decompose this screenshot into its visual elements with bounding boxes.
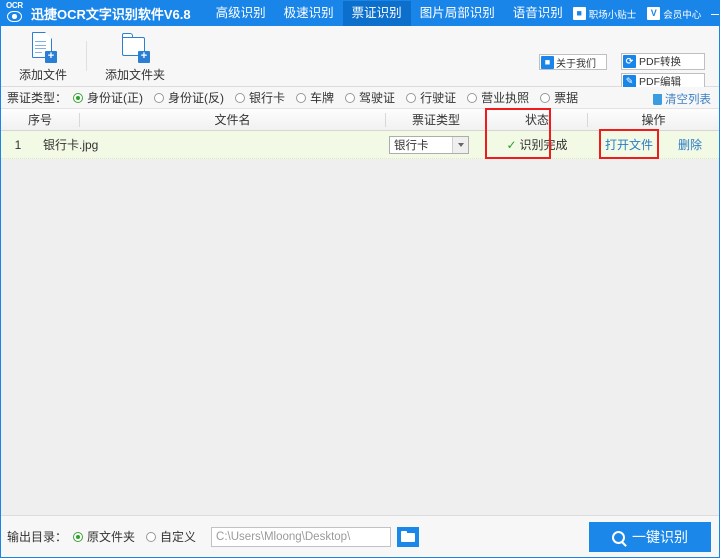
ticket-type-select-value: 银行卡 <box>394 140 429 152</box>
check-icon: ✓ <box>506 138 517 152</box>
app-title: 迅捷OCR文字识别软件V6.8 <box>31 7 191 22</box>
logo-text: OCR <box>6 1 23 10</box>
plus-badge-icon: + <box>45 51 57 63</box>
add-file-icon: + <box>30 31 57 63</box>
pdf-convert-label: PDF转换 <box>639 56 681 68</box>
toolbar: + 添加文件 + 添加文件夹 ■ 关于我们 ⟳ PDF转换 ✎ PDF编辑 <box>1 26 719 110</box>
radio-label: 行驶证 <box>420 91 457 105</box>
radio-dot <box>406 92 417 103</box>
header-status: 状态 <box>524 113 549 127</box>
file-list[interactable]: 1 银行卡.jpg 银行卡 ✓ 识别完成 打开文件 删除 <box>1 131 719 515</box>
header-type: 票证类型 <box>411 113 460 127</box>
user-icon: ■ <box>572 7 586 20</box>
radio-invoice[interactable]: 票据 <box>540 89 578 106</box>
browse-folder-button[interactable] <box>397 526 420 547</box>
status-text: 识别完成 <box>519 138 568 152</box>
radio-label: 身份证(反) <box>168 91 225 105</box>
radio-label: 营业执照 <box>481 91 530 105</box>
radio-driver-license[interactable]: 驾驶证 <box>345 89 395 106</box>
radio-dot <box>235 92 246 103</box>
radio-custom-folder[interactable]: 自定义 <box>146 528 196 545</box>
member-center-label: 会员中心 <box>663 9 702 21</box>
chevron-down-icon[interactable] <box>452 137 468 153</box>
ticket-type-select[interactable]: 银行卡 <box>389 136 469 154</box>
folder-icon <box>401 531 416 542</box>
add-folder-icon: + <box>121 32 150 63</box>
radio-dot <box>154 92 165 103</box>
minimize-icon <box>711 13 719 16</box>
app-logo-icon: OCR <box>1 1 31 26</box>
radio-dot <box>73 92 84 103</box>
tab-voice[interactable]: 语音识别 <box>504 1 572 26</box>
header-index: 序号 <box>27 113 52 127</box>
pdf-convert-button[interactable]: ⟳ PDF转换 <box>621 53 705 70</box>
radio-dot <box>296 92 307 103</box>
radio-dot <box>73 531 84 542</box>
cell-status: ✓ 识别完成 <box>487 131 587 159</box>
add-folder-button[interactable]: + 添加文件夹 <box>97 32 173 84</box>
table-row[interactable]: 1 银行卡.jpg 银行卡 ✓ 识别完成 打开文件 删除 <box>1 131 719 159</box>
recognize-label: 一键识别 <box>632 529 688 545</box>
radio-original-folder[interactable]: 原文件夹 <box>73 528 135 545</box>
clear-list-label: 清空列表 <box>665 94 711 106</box>
add-folder-label: 添加文件夹 <box>104 68 165 82</box>
about-us-label: 关于我们 <box>556 58 596 70</box>
output-dir-label: 输出目录： <box>7 530 68 544</box>
minimize-button[interactable] <box>711 1 719 26</box>
title-bar: OCR 迅捷OCR文字识别软件V6.8 高级识别 极速识别 票证识别 图片局部识… <box>1 1 719 26</box>
open-file-label: 打开文件 <box>604 138 653 152</box>
ticket-type-label: 票证类型： <box>7 91 68 105</box>
radio-label: 原文件夹 <box>87 530 136 544</box>
workplace-tips-label: 职场小贴士 <box>588 9 637 21</box>
radio-vehicle-license[interactable]: 行驶证 <box>406 89 456 106</box>
pdf-convert-icon: ⟳ <box>623 55 636 68</box>
radio-license-plate[interactable]: 车牌 <box>296 89 334 106</box>
cell-index: 1 <box>14 138 22 152</box>
toolbar-divider <box>86 41 87 71</box>
output-path-input[interactable]: C:\Users\Mloong\Desktop\ <box>211 526 392 547</box>
radio-id-back[interactable]: 身份证(反) <box>154 89 224 106</box>
ticket-type-row: 票证类型： 身份证(正) 身份证(反) 银行卡 车牌 驾驶证 行驶证 营业执照 <box>1 87 719 109</box>
tab-image-region[interactable]: 图片局部识别 <box>411 1 504 26</box>
radio-dot <box>540 92 551 103</box>
radio-dot <box>467 92 478 103</box>
search-icon <box>612 530 625 544</box>
workplace-tips-button[interactable]: ■ 职场小贴士 <box>572 6 641 22</box>
member-center-button[interactable]: V 会员中心 <box>646 6 705 22</box>
radio-dot <box>345 92 356 103</box>
about-us-button[interactable]: ■ 关于我们 <box>539 54 607 70</box>
bottom-bar: 输出目录： 原文件夹 自定义 C:\Users\Mloong\Desktop\ … <box>1 515 719 557</box>
logo-eye-shape <box>7 11 22 22</box>
header-filename: 文件名 <box>214 113 251 127</box>
delete-label: 删除 <box>677 138 702 152</box>
open-file-link[interactable]: 打开文件 <box>597 131 661 159</box>
radio-label: 票据 <box>554 91 579 105</box>
clear-list-button[interactable]: 清空列表 <box>653 91 711 107</box>
recognize-button[interactable]: 一键识别 <box>589 522 711 552</box>
radio-label: 车牌 <box>310 91 335 105</box>
radio-business-license[interactable]: 营业执照 <box>467 89 529 106</box>
trash-icon <box>653 94 662 105</box>
user-icon: ■ <box>541 55 554 69</box>
radio-label: 自定义 <box>160 530 197 544</box>
add-file-label: 添加文件 <box>18 68 67 82</box>
radio-label: 银行卡 <box>249 91 286 105</box>
vip-icon: V <box>647 7 661 20</box>
radio-id-front[interactable]: 身份证(正) <box>73 89 143 106</box>
tab-advanced[interactable]: 高级识别 <box>207 1 275 26</box>
radio-dot <box>146 531 157 542</box>
radio-label: 驾驶证 <box>359 91 396 105</box>
header-action: 操作 <box>641 113 666 127</box>
cell-filename: 银行卡.jpg <box>43 138 99 152</box>
plus-badge-icon: + <box>138 51 150 63</box>
delete-link[interactable]: 删除 <box>667 131 713 159</box>
tab-fast[interactable]: 极速识别 <box>275 1 343 26</box>
table-header: 序号 文件名 票证类型 状态 操作 <box>1 109 719 131</box>
radio-label: 身份证(正) <box>87 91 144 105</box>
radio-bank-card[interactable]: 银行卡 <box>235 89 285 106</box>
add-file-button[interactable]: + 添加文件 <box>5 31 81 84</box>
app-window: OCR 迅捷OCR文字识别软件V6.8 高级识别 极速识别 票证识别 图片局部识… <box>0 0 720 558</box>
tab-ticket[interactable]: 票证识别 <box>342 1 411 26</box>
